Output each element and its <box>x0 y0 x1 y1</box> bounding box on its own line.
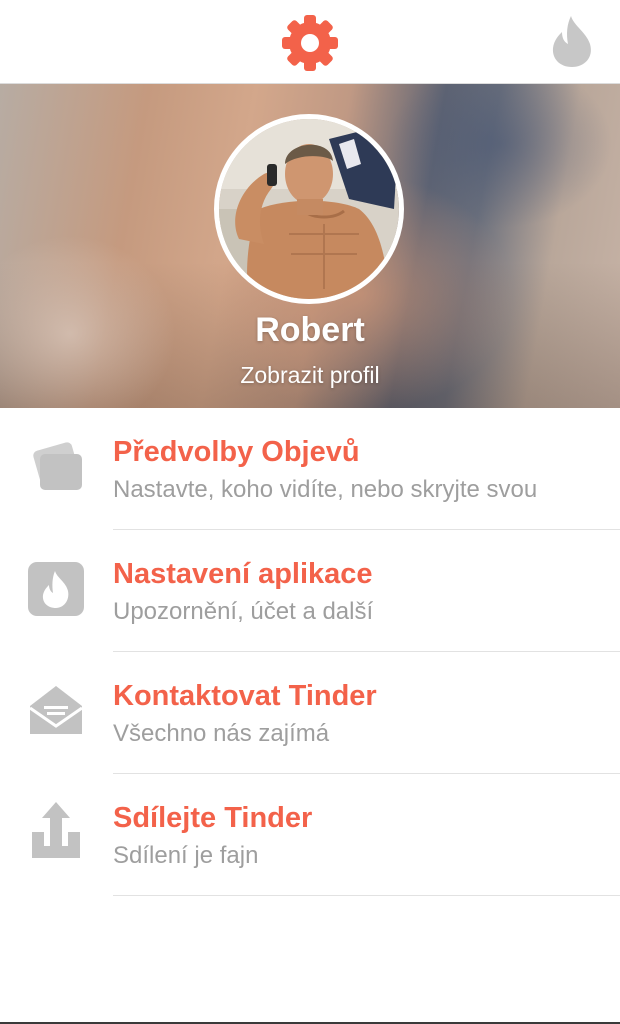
menu-item-title: Kontaktovat Tinder <box>113 680 377 712</box>
menu-item-subtitle: Všechno nás zajímá <box>113 720 330 747</box>
view-profile-link[interactable]: Zobrazit profil <box>0 362 620 389</box>
avatar-photo <box>219 119 399 299</box>
menu-item-subtitle: Upozornění, účet a další <box>113 598 374 625</box>
flame-square-icon <box>28 562 84 616</box>
menu-item-discovery-preferences[interactable]: Předvolby Objevů Nastavte, koho vidíte, … <box>0 408 620 530</box>
profile-header: Robert Zobrazit profil <box>0 84 620 408</box>
menu-item-title: Sdílejte Tinder <box>113 802 313 834</box>
top-bar <box>0 0 620 84</box>
settings-button[interactable] <box>280 13 340 73</box>
menu-item-subtitle: Sdílení je fajn <box>113 842 259 869</box>
cards-icon <box>33 442 82 490</box>
profile-avatar[interactable] <box>214 114 404 304</box>
menu-item-title: Nastavení aplikace <box>113 558 373 590</box>
tinder-home-button[interactable] <box>550 14 596 68</box>
profile-name: Robert <box>255 311 365 349</box>
gear-icon <box>282 15 338 71</box>
menu-item-title: Předvolby Objevů <box>113 436 360 468</box>
envelope-icon <box>29 686 83 734</box>
menu-item-subtitle: Nastavte, koho vidíte, nebo skryjte svou <box>113 476 538 503</box>
menu-item-share-tinder[interactable]: Sdílejte Tinder Sdílení je fajn <box>0 774 620 896</box>
settings-menu: Předvolby Objevů Nastavte, koho vidíte, … <box>0 408 620 896</box>
flame-icon <box>552 16 591 67</box>
menu-item-app-settings[interactable]: Nastavení aplikace Upozornění, účet a da… <box>0 530 620 652</box>
menu-item-contact-tinder[interactable]: Kontaktovat Tinder Všechno nás zajímá <box>0 652 620 774</box>
share-icon <box>32 802 80 858</box>
divider <box>113 895 620 896</box>
